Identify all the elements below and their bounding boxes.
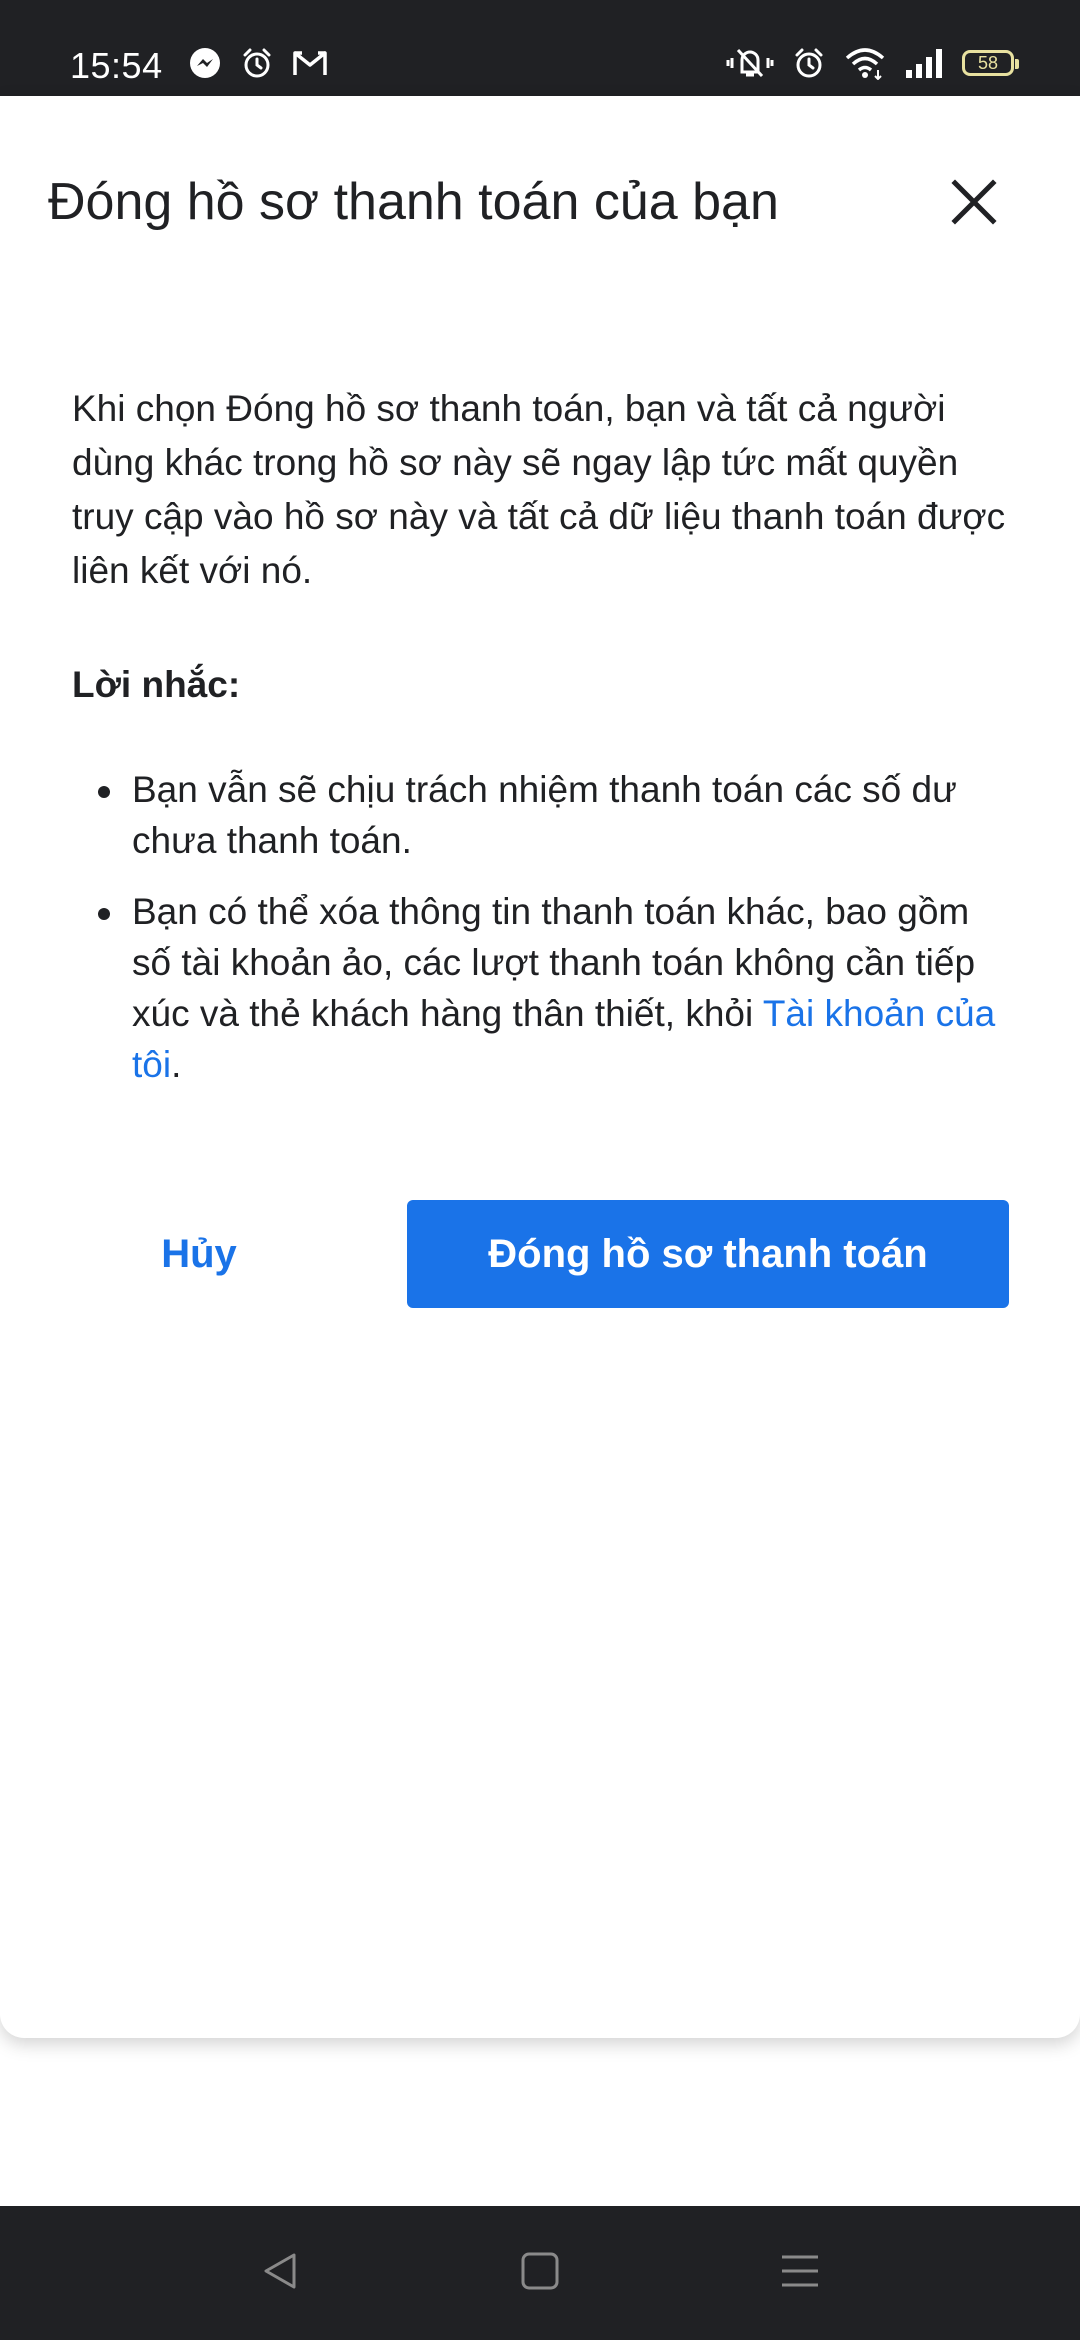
close-profile-dialog: Đóng hồ sơ thanh toán của bạn Khi chọn Đ… <box>0 96 1080 2038</box>
status-time: 15:54 <box>70 45 163 86</box>
back-icon <box>258 2249 302 2298</box>
status-bar: 15:54 58 <box>0 0 1080 96</box>
wifi-icon <box>844 46 886 80</box>
home-icon <box>520 2251 560 2296</box>
reminder-list: Bạn vẫn sẽ chịu trách nhiệm thanh toán c… <box>72 764 1012 1110</box>
navigation-bar <box>0 2206 1080 2340</box>
home-button[interactable] <box>480 2206 600 2340</box>
close-button[interactable] <box>946 176 1002 232</box>
bullet-dot <box>98 786 110 798</box>
bullet-dot <box>98 908 110 920</box>
alarm-icon <box>240 46 274 80</box>
close-profile-button[interactable]: Đóng hồ sơ thanh toán <box>407 1200 1009 1308</box>
alarm-icon <box>792 46 826 80</box>
battery-level: 58 <box>977 53 999 73</box>
recents-button[interactable] <box>740 2206 860 2340</box>
battery-tip <box>1015 59 1019 69</box>
list-item: Bạn có thể xóa thông tin thanh toán khác… <box>72 886 1012 1090</box>
bullet-text-end: . <box>171 1044 182 1085</box>
signal-icon <box>904 46 944 80</box>
messenger-icon <box>188 46 222 80</box>
close-icon <box>950 178 998 231</box>
dialog-title: Đóng hồ sơ thanh toán của bạn <box>48 173 779 231</box>
bullet-text: Bạn vẫn sẽ chịu trách nhiệm thanh toán c… <box>132 769 957 861</box>
status-notification-icons <box>188 46 328 80</box>
dialog-description: Khi chọn Đóng hồ sơ thanh toán, bạn và t… <box>72 388 1006 591</box>
vibrate-off-icon <box>726 46 774 80</box>
cancel-button[interactable]: Hủy <box>114 1200 284 1308</box>
list-item: Bạn vẫn sẽ chịu trách nhiệm thanh toán c… <box>72 764 1012 866</box>
battery-icon: 58 <box>962 50 1019 76</box>
gmail-icon <box>292 48 328 78</box>
recents-icon <box>780 2251 820 2296</box>
status-system-icons: 58 <box>726 46 1019 80</box>
reminder-heading: Lời nhắc: <box>72 664 241 705</box>
back-button[interactable] <box>220 2206 340 2340</box>
